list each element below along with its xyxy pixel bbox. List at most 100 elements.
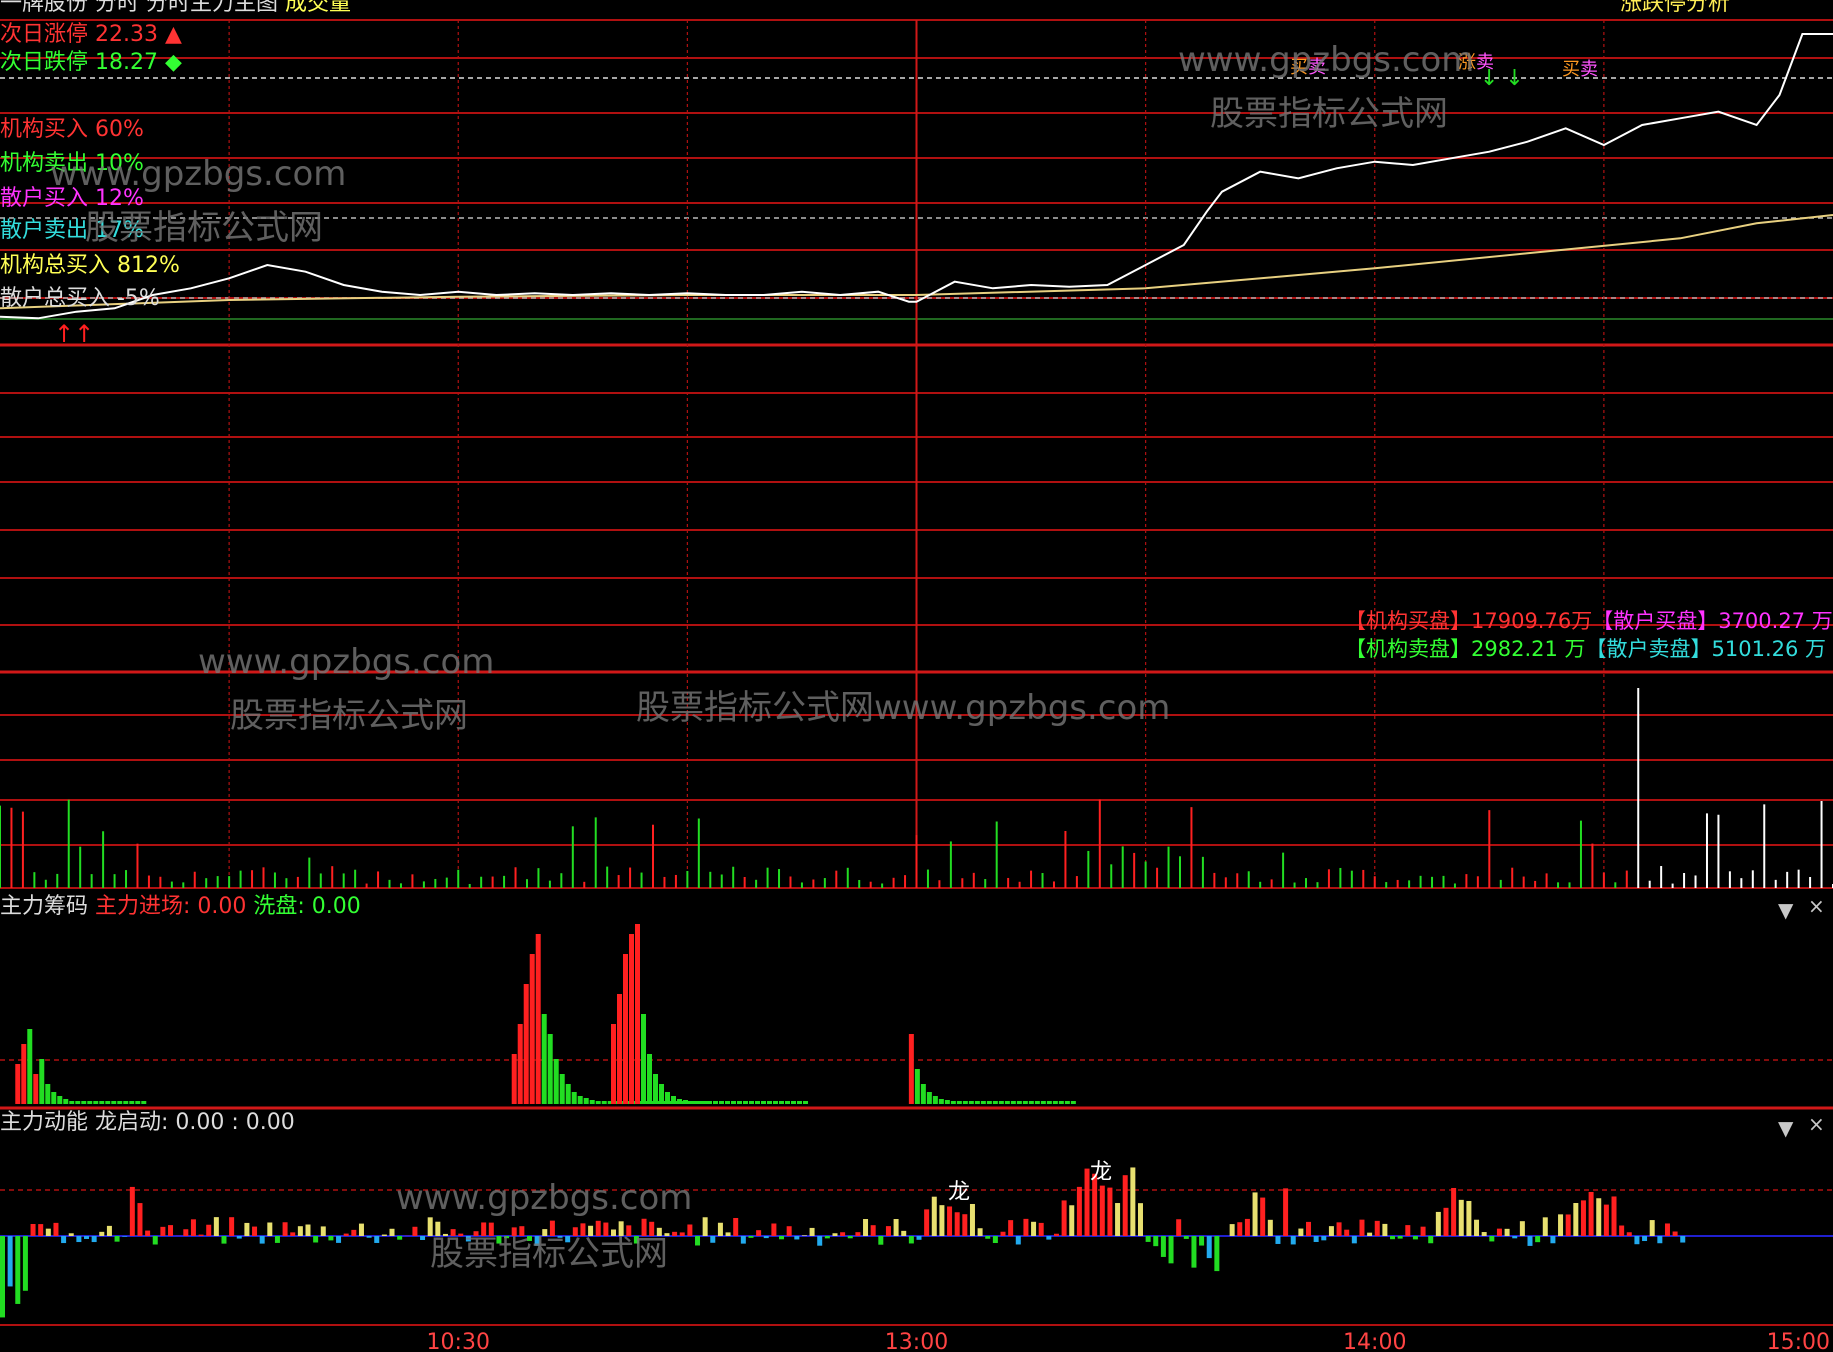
x-tick-label: 10:30 — [427, 1330, 490, 1352]
inst-buy-value: 【机构买盘】17909.76万 — [1345, 609, 1593, 633]
indicator1-bar — [719, 1101, 724, 1104]
indicator2-bar — [290, 1232, 296, 1236]
indicator2-bar — [1550, 1236, 1556, 1244]
indicator2-bar — [1382, 1223, 1388, 1236]
indicator2-bar — [252, 1226, 258, 1236]
inst-sell-value: 【机构卖盘】2982.21 万 — [1345, 637, 1586, 661]
indicator1-header: 主力筹码 主力进场: 0.00 洗盘: 0.00 — [0, 894, 361, 920]
indicator2-bar — [1672, 1231, 1678, 1236]
indicator1-bar — [611, 1024, 616, 1104]
indicator2-bar — [1428, 1236, 1434, 1244]
indicator2-bar — [1588, 1191, 1594, 1236]
indicator1-bar — [755, 1101, 760, 1104]
indicator1-bar — [785, 1101, 790, 1104]
indicator2-bar — [939, 1205, 945, 1236]
watermark: 股票指标公式网 — [430, 1234, 668, 1274]
dragon-label: 龙 — [948, 1180, 971, 1205]
indicator1-bar — [1070, 1101, 1076, 1104]
indicator2-bar — [908, 1236, 914, 1244]
indicator2-bar — [1252, 1192, 1258, 1236]
indicator2-bar — [977, 1228, 983, 1236]
indicator2-bar — [985, 1236, 991, 1239]
indicator1-bar — [938, 1099, 944, 1104]
indicator2-bar — [1420, 1226, 1426, 1236]
indicator2-bar — [244, 1222, 250, 1236]
indicator2-bar — [68, 1233, 74, 1236]
indicator2-bar — [1405, 1225, 1411, 1236]
indicator2-bar — [756, 1230, 762, 1236]
indicator1-bar — [641, 1014, 646, 1104]
indicator1-bar — [683, 1100, 688, 1104]
indicator1-bar — [517, 1024, 523, 1104]
chevron-down-icon[interactable]: ▼ — [1778, 898, 1793, 922]
indicator2-bar — [236, 1236, 242, 1239]
indicator2-bar — [206, 1224, 212, 1236]
indicator1-bar — [950, 1101, 956, 1104]
indicator2-bar — [1053, 1233, 1059, 1236]
indicator2-bar — [1260, 1197, 1266, 1236]
indicator2-bar — [1313, 1236, 1319, 1242]
close-icon-2[interactable]: × — [1808, 1112, 1825, 1136]
close-icon[interactable]: × — [1808, 894, 1825, 918]
indicator1-bar — [559, 1074, 565, 1104]
indicator2-bar — [1283, 1188, 1289, 1236]
indicator2-bar — [832, 1233, 838, 1236]
indicator2-bar — [1214, 1236, 1220, 1272]
indicator2-bar — [84, 1236, 90, 1239]
indicator1-bar — [773, 1101, 778, 1104]
indicator1-bar — [547, 1034, 553, 1104]
indicator2-bar — [1046, 1236, 1052, 1240]
indicator2-bar — [947, 1206, 953, 1236]
indicator2-bar — [1122, 1175, 1128, 1236]
indicator2-bar — [114, 1236, 120, 1242]
indicator2-bar — [786, 1226, 792, 1236]
indicator2-bar — [1512, 1236, 1518, 1239]
indicator2-bar — [45, 1228, 51, 1236]
indicator2-bar — [1367, 1232, 1373, 1236]
indicator1-bar — [968, 1101, 974, 1104]
indicator1-bar — [589, 1100, 595, 1104]
indicator1-bar — [1040, 1101, 1046, 1104]
indicator1-field2: 洗盘: 0.00 — [253, 894, 361, 919]
indicator1-bar — [63, 1099, 69, 1104]
indicator2-bar — [145, 1230, 151, 1236]
tab-main-chart[interactable]: 分时主力主图 — [146, 0, 278, 16]
indicator2-bar — [129, 1186, 135, 1236]
indicator2-header: 主力动能 龙启动: 0.00 : 0.00 — [0, 1110, 295, 1136]
indicator1-bar — [803, 1101, 808, 1104]
indicator2-bar — [1275, 1236, 1281, 1244]
indicator2-bar — [1664, 1223, 1670, 1236]
indicator2-bar — [672, 1231, 678, 1236]
indicator2-bar — [1031, 1221, 1037, 1236]
limit-up-marker-icon: ▲ — [164, 22, 182, 47]
tab-intraday[interactable]: 分时 — [95, 0, 139, 16]
indicator1-bar — [1058, 1101, 1064, 1104]
indicator2-bar — [91, 1236, 97, 1243]
indicator1-bar — [541, 1014, 547, 1104]
indicator1-bar — [45, 1084, 51, 1104]
watermark: www.gpzbgs.com — [50, 154, 347, 194]
indicator2-bar — [1191, 1236, 1197, 1268]
indicator2-bar — [901, 1230, 907, 1236]
indicator1-bar — [743, 1101, 748, 1104]
indicator2-bar — [1611, 1196, 1617, 1236]
indicator1-bar — [1004, 1101, 1010, 1104]
stat-retail-total-buy: 散户总买入 -5% — [0, 286, 160, 311]
indicator2-bar — [1015, 1236, 1021, 1245]
tab-volume[interactable]: 成交量 — [285, 0, 351, 16]
indicator2-bar — [190, 1219, 196, 1236]
indicator2-bar — [0, 1236, 5, 1318]
indicator1-bar — [617, 994, 622, 1104]
indicator2-bar — [1596, 1198, 1602, 1236]
indicator2-bar — [1451, 1187, 1457, 1236]
indicator1-bar — [135, 1101, 141, 1104]
indicator1-bar — [671, 1096, 676, 1104]
indicator2-bar — [801, 1235, 807, 1236]
indicator1-bar — [956, 1101, 962, 1104]
indicator1-bar — [647, 1054, 652, 1104]
indicator2-bar — [152, 1236, 158, 1245]
indicator1-bar — [623, 954, 628, 1104]
chevron-down-icon-2[interactable]: ▼ — [1778, 1116, 1793, 1140]
indicator2-bar — [76, 1236, 82, 1243]
indicator2-bar — [1107, 1187, 1113, 1236]
